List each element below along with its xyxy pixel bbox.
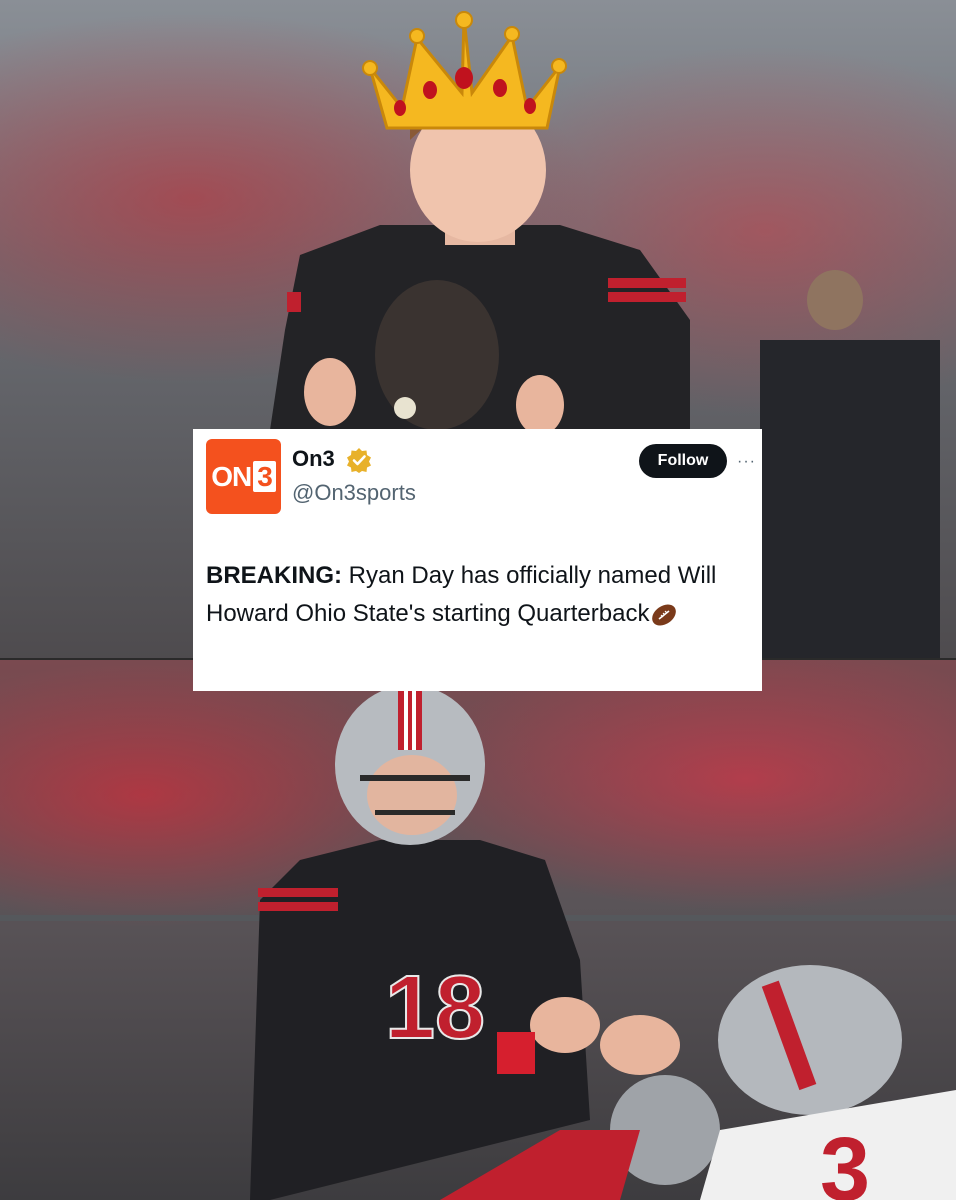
verified-badge-icon bbox=[347, 448, 371, 473]
tweet-text: BREAKING: Ryan Day has officially named … bbox=[206, 557, 751, 633]
breaking-label: BREAKING: bbox=[206, 562, 342, 589]
football-emoji-icon bbox=[652, 604, 677, 626]
svg-text:3: 3 bbox=[820, 1120, 870, 1200]
handle[interactable]: @On3sports bbox=[292, 480, 416, 506]
bottom-photo-player-under-center: 18 3 bbox=[0, 660, 956, 1200]
more-options-icon[interactable]: ··· bbox=[737, 453, 756, 471]
bottom-photo-illustration: 18 3 bbox=[0, 685, 956, 1200]
tweet-card[interactable]: ON 3 On3 @On3sports Follow ··· BREAKING: … bbox=[193, 429, 762, 691]
display-name[interactable]: On3 bbox=[292, 446, 335, 472]
crown-emoji-icon bbox=[362, 11, 567, 130]
avatar-logo: ON 3 bbox=[211, 460, 276, 493]
follow-button[interactable]: Follow bbox=[639, 444, 727, 478]
svg-text:18: 18 bbox=[385, 958, 485, 1058]
avatar[interactable]: ON 3 bbox=[206, 439, 281, 514]
